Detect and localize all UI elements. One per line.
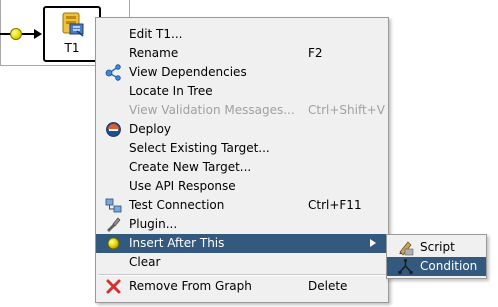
menu-item-label: Locate In Tree bbox=[129, 84, 213, 98]
menu-item-label: Clear bbox=[129, 255, 161, 269]
menu-separator bbox=[98, 274, 386, 276]
menu-item-label: Deploy bbox=[129, 122, 172, 136]
deploy-icon bbox=[106, 122, 121, 137]
menu-item-locate-in-tree[interactable]: Locate In Tree bbox=[96, 82, 388, 101]
script-icon bbox=[399, 241, 414, 256]
menu-item-clear[interactable]: Clear bbox=[96, 253, 388, 272]
submenu-item-label: Script bbox=[420, 240, 455, 254]
menu-item-insert-after-this[interactable]: Insert After This bbox=[96, 234, 388, 253]
submenu-arrow-icon bbox=[370, 239, 376, 247]
menu-item-label: Plugin... bbox=[129, 217, 178, 231]
submenu-item-label: Condition bbox=[420, 259, 478, 273]
plugin-icon bbox=[107, 217, 121, 232]
menu-item-label: Use API Response bbox=[129, 179, 236, 193]
menu-item-plugin[interactable]: Plugin... bbox=[96, 215, 388, 234]
menu-item-test-connection[interactable]: Test Connection Ctrl+F11 bbox=[96, 196, 388, 215]
context-menu: Edit T1... Rename F2 View Dependencies L… bbox=[95, 17, 389, 303]
menu-item-shortcut: Ctrl+F11 bbox=[308, 198, 362, 212]
dependencies-icon bbox=[105, 64, 121, 81]
graph-node-t1[interactable]: T1 bbox=[43, 6, 101, 62]
submenu-item-script[interactable]: Script bbox=[387, 238, 486, 257]
menu-item-label: Rename bbox=[129, 46, 179, 60]
menu-item-view-dependencies[interactable]: View Dependencies bbox=[96, 63, 388, 82]
submenu-item-condition[interactable]: Condition bbox=[387, 257, 486, 276]
node-label: T1 bbox=[64, 41, 80, 55]
insert-circle-icon bbox=[107, 237, 120, 250]
menu-item-edit[interactable]: Edit T1... bbox=[96, 25, 388, 44]
remove-x-icon bbox=[106, 279, 121, 294]
target-node-icon bbox=[62, 12, 84, 37]
menu-item-label: View Validation Messages... bbox=[129, 103, 295, 117]
menu-item-deploy[interactable]: Deploy bbox=[96, 120, 388, 139]
menu-item-label: Select Existing Target... bbox=[129, 141, 270, 155]
menu-item-create-new-target[interactable]: Create New Target... bbox=[96, 158, 388, 177]
menu-item-view-validation-messages: View Validation Messages... Ctrl+Shift+V bbox=[96, 101, 388, 120]
menu-item-label: Insert After This bbox=[129, 236, 225, 250]
connector-point-icon[interactable] bbox=[10, 28, 22, 40]
menu-item-label: Remove From Graph bbox=[129, 279, 252, 293]
menu-item-label: Create New Target... bbox=[129, 160, 252, 174]
test-connection-icon bbox=[105, 198, 122, 213]
menu-item-label: Edit T1... bbox=[129, 27, 183, 41]
menu-item-label: View Dependencies bbox=[129, 65, 247, 79]
insert-submenu: Script Condition bbox=[386, 234, 487, 279]
menu-item-rename[interactable]: Rename F2 bbox=[96, 44, 388, 63]
menu-item-label: Test Connection bbox=[129, 198, 225, 212]
condition-icon bbox=[398, 259, 413, 274]
menu-item-select-existing-target[interactable]: Select Existing Target... bbox=[96, 139, 388, 158]
connector-arrow-icon bbox=[34, 29, 42, 39]
menu-item-use-api-response[interactable]: Use API Response bbox=[96, 177, 388, 196]
menu-item-shortcut: F2 bbox=[308, 46, 323, 60]
menu-item-shortcut: Ctrl+Shift+V bbox=[308, 103, 385, 117]
menu-item-shortcut: Delete bbox=[308, 279, 348, 293]
menu-item-remove-from-graph[interactable]: Remove From Graph Delete bbox=[96, 277, 388, 296]
